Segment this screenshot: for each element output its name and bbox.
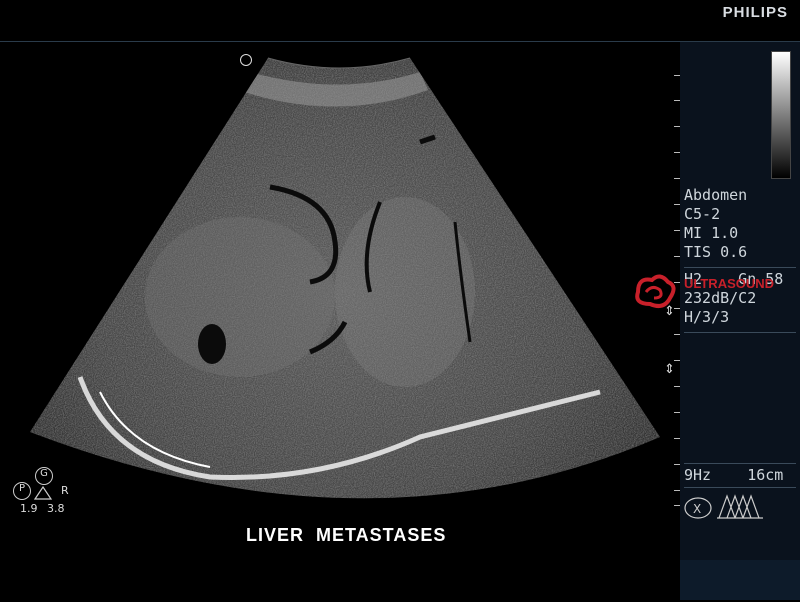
grayscale-bar xyxy=(771,51,791,179)
transducer-label: C5-2 xyxy=(684,205,721,223)
right-value: 3.8 xyxy=(47,502,65,515)
focus-marker-icon[interactable]: ⇕ xyxy=(664,363,675,376)
divider xyxy=(684,332,796,333)
mi-label: MI 1.0 xyxy=(684,224,739,242)
g-indicator: G xyxy=(35,467,53,485)
left-value: 1.9 xyxy=(20,502,38,515)
orientation-marker-icon xyxy=(240,54,252,66)
persistence-label: H/3/3 xyxy=(684,308,730,326)
divider xyxy=(684,267,796,268)
image-caption: LIVER METASTASES xyxy=(246,525,447,545)
divider xyxy=(684,487,796,488)
dynamic-range-label: 232dB/C2 xyxy=(684,289,757,307)
r-indicator: R xyxy=(61,484,69,497)
p-indicator: P xyxy=(13,482,31,500)
watermark-text: ULTRASOUND xyxy=(684,276,775,291)
svg-text:X: X xyxy=(693,502,701,516)
frame-rate-depth: 9Hz 16cm xyxy=(684,466,783,485)
ultrasound-image xyxy=(30,57,660,499)
preset-label: Abdomen xyxy=(684,186,748,204)
divider xyxy=(684,463,796,464)
warning-triangle-icon xyxy=(33,486,53,500)
probe-icons: X xyxy=(684,494,763,519)
matrix-array-icon xyxy=(717,494,763,519)
ultrasound-logo-icon xyxy=(635,274,676,308)
top-bar: PHILIPS xyxy=(0,0,800,42)
tis-label: TIS 0.6 xyxy=(684,243,748,261)
rate-depth-label: 9Hz 16cm xyxy=(684,466,784,484)
brand-logo-text: PHILIPS xyxy=(722,4,788,21)
imaging-parameters: Abdomen C5-2 MI 1.0 TIS 0.6 xyxy=(684,186,747,262)
right-panel-footer xyxy=(680,560,800,600)
